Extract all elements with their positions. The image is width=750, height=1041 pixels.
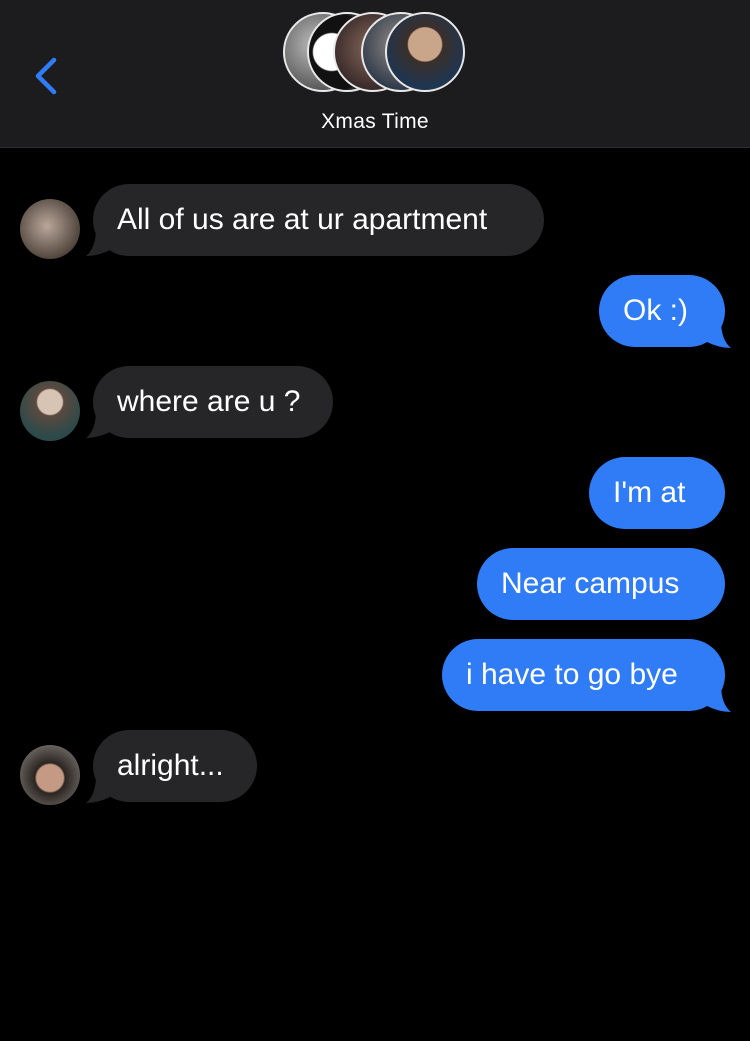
group-member-avatar xyxy=(385,12,465,92)
incoming-message-bubble[interactable]: All of us are at ur apartment xyxy=(93,184,544,256)
incoming-message-bubble[interactable]: alright... xyxy=(93,730,257,802)
incoming-message-bubble[interactable]: where are u ? xyxy=(93,366,333,438)
outgoing-message-bubble[interactable]: I'm at xyxy=(589,457,725,529)
conversation-header: Xmas Time xyxy=(0,0,750,148)
sender-avatar[interactable] xyxy=(20,199,80,259)
back-button[interactable] xyxy=(24,50,72,102)
sender-avatar[interactable] xyxy=(20,381,80,441)
outgoing-message-bubble[interactable]: i have to go bye xyxy=(442,639,725,711)
outgoing-message-bubble[interactable]: Near campus xyxy=(477,548,725,620)
sender-avatar[interactable] xyxy=(20,745,80,805)
outgoing-message-bubble[interactable]: Ok :) xyxy=(599,275,725,347)
conversation-title[interactable]: Xmas Time xyxy=(0,110,750,134)
chevron-left-icon xyxy=(35,57,57,95)
group-avatar-stack[interactable] xyxy=(283,10,473,98)
